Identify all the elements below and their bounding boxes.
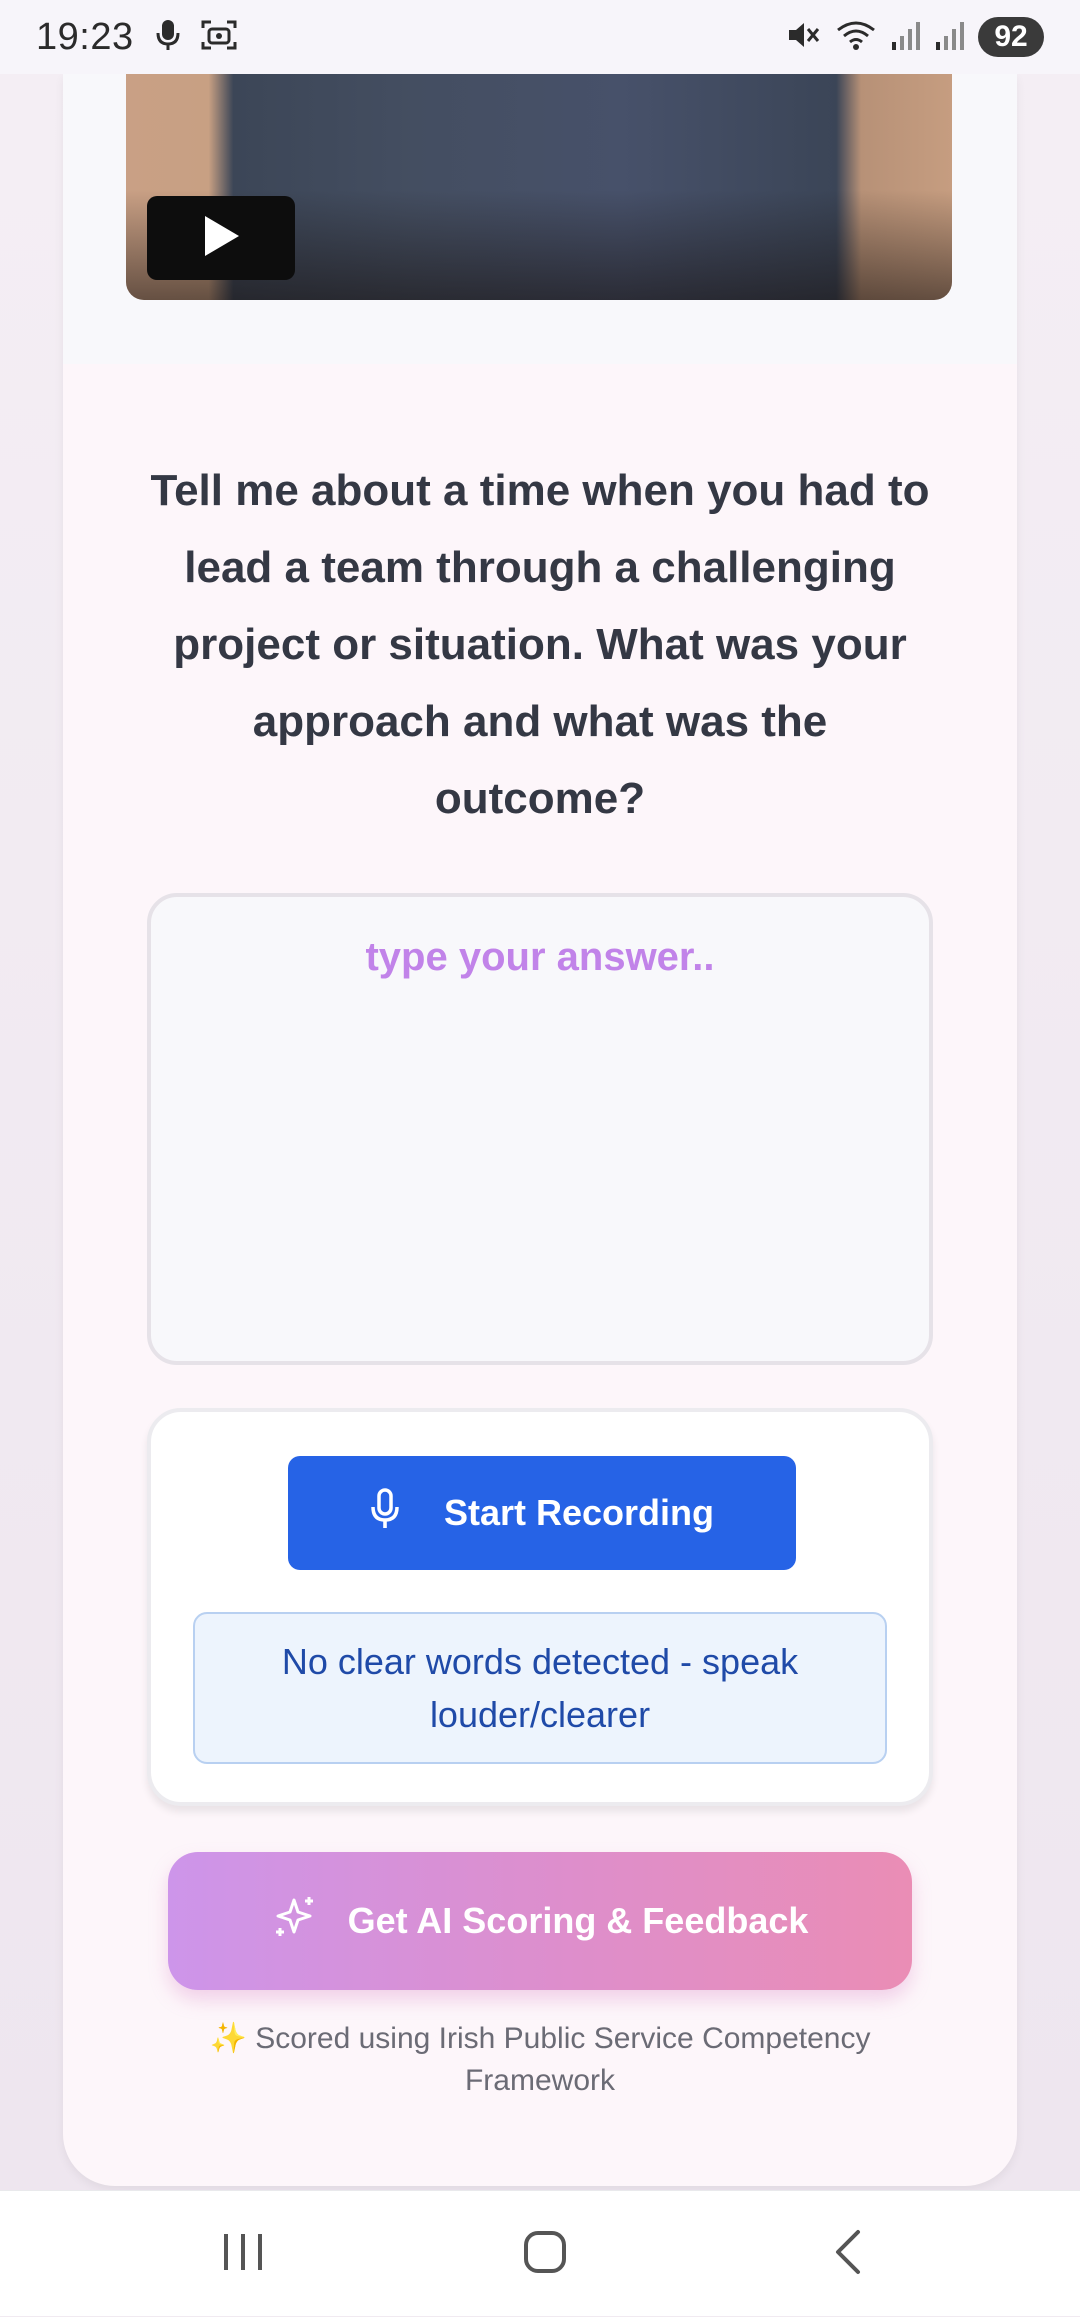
system-navigation-bar: [0, 2190, 1080, 2316]
play-icon: [199, 213, 243, 264]
start-recording-button[interactable]: Start Recording: [288, 1456, 796, 1570]
wifi-icon: [836, 18, 876, 57]
signal-icon: [890, 18, 920, 57]
interview-question: Tell me about a time when you had to lea…: [150, 466, 930, 823]
recording-status-message: No clear words detected - speak louder/c…: [193, 1612, 887, 1764]
answer-input[interactable]: [147, 893, 933, 1365]
video-section: [63, 74, 1017, 364]
home-button[interactable]: [465, 2191, 625, 2317]
ai-scoring-label: Get AI Scoring & Feedback: [347, 1900, 809, 1941]
interview-card: Tell me about a time when you had to lea…: [63, 74, 1017, 2186]
screen-record-icon: [200, 18, 238, 57]
sparkles-icon: [272, 1894, 318, 1949]
recording-panel: Start Recording No clear words detected …: [147, 1408, 933, 1806]
start-recording-label: Start Recording: [443, 1492, 715, 1533]
scoring-framework-note: ✨ Scored using Irish Public Service Comp…: [209, 2022, 871, 2097]
mic-icon: [156, 18, 180, 57]
microphone-icon: [370, 1487, 400, 1539]
status-time: 19:23: [36, 15, 134, 58]
play-button[interactable]: [147, 196, 295, 280]
video-player[interactable]: [126, 74, 952, 300]
back-icon: [832, 2229, 862, 2280]
ai-scoring-button[interactable]: Get AI Scoring & Feedback: [168, 1852, 912, 1990]
recents-icon: [220, 2232, 266, 2277]
status-bar: 19:23 92: [0, 0, 1080, 74]
recents-button[interactable]: [163, 2191, 323, 2317]
home-icon: [523, 2230, 567, 2279]
signal-icon: [934, 18, 964, 57]
battery-indicator: 92: [978, 17, 1044, 57]
back-button[interactable]: [767, 2191, 927, 2317]
mute-icon: [786, 18, 822, 57]
